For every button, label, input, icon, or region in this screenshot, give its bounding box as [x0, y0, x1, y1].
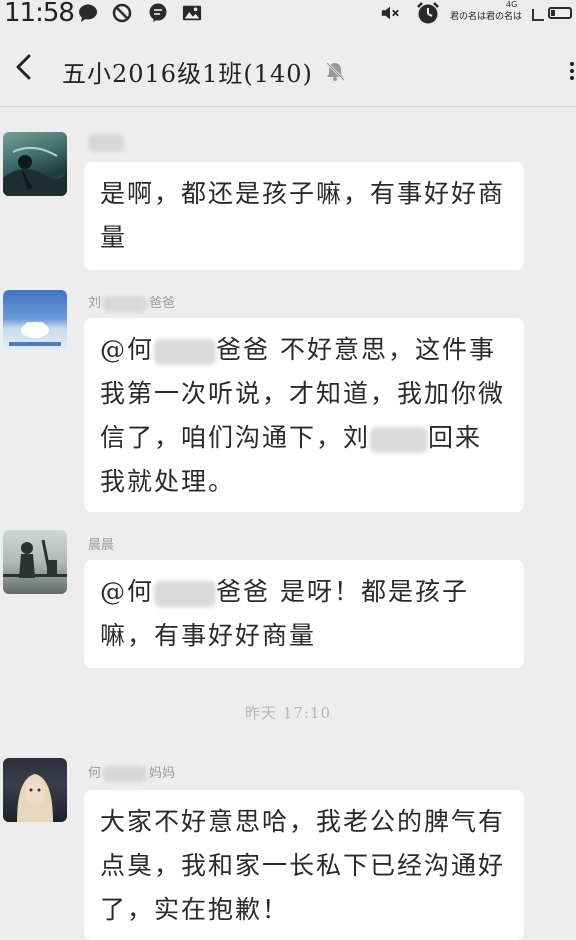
message-icon [79, 4, 97, 22]
chat-header: 五小2016级1班(140) [0, 30, 576, 107]
signal-icon [532, 9, 544, 21]
message-text: @何 爸爸 不好意思，这件事我第一次听说，才知道，我加你微信了，咱们沟通下，刘 回来… [100, 335, 506, 496]
avatar[interactable] [3, 290, 67, 354]
sender-name: 刘爸爸 [88, 295, 176, 312]
chat-title: 五小2016级1班(140) [62, 60, 313, 88]
message-text: @何 爸爸 是呀！都是孩子嘛，有事好好商量 [100, 577, 469, 650]
avatar[interactable] [3, 132, 67, 196]
message-bubble[interactable]: 大家不好意思哈，我老公的脾气有点臭，我和家一长私下已经沟通好了，实在抱歉！ [84, 790, 524, 940]
message-4: 何妈妈 大家不好意思哈，我老公的脾气有点臭，我和家一长私下已经沟通好了，实在抱歉… [0, 756, 576, 940]
carrier-name: 君の名は君の名は [450, 12, 523, 22]
mute-icon [326, 62, 345, 81]
sender-name: 何妈妈 [88, 765, 176, 782]
avatar-image-icon [3, 539, 67, 578]
message-bubble[interactable]: 是啊，都还是孩子嘛，有事好好商量 [84, 162, 524, 270]
mute-icon [381, 6, 399, 20]
message-3: 晨晨 @何 爸爸 是呀！都是孩子嘛，有事好好商量 [0, 528, 576, 678]
avatar-image-icon [17, 774, 53, 822]
message-1: 是啊，都还是孩子嘛，有事好好商量 [0, 120, 576, 280]
avatar-image-icon [9, 322, 61, 346]
message-bubble[interactable]: @何 爸爸 不好意思，这件事我第一次听说，才知道，我加你微信了，咱们沟通下，刘 回来… [84, 318, 524, 512]
image-icon [182, 5, 202, 21]
status-bar: 11:58 4G 君の名は君の名は [0, 0, 576, 28]
back-icon[interactable] [10, 52, 38, 82]
message-2: 刘爸爸 @何 爸爸 不好意思，这件事我第一次听说，才知道，我加你微信了，咱们沟通下… [0, 282, 576, 522]
more-icon[interactable] [568, 60, 576, 80]
message-text: 大家不好意思哈，我老公的脾气有点臭，我和家一长私下已经沟通好了，实在抱歉！ [100, 807, 506, 924]
status-time: 11:58 [4, 0, 75, 28]
message-text: 是啊，都还是孩子嘛，有事好好商量 [100, 179, 506, 252]
sender-name: 晨晨 [88, 538, 115, 553]
alarm-icon [417, 2, 439, 24]
block-icon [112, 3, 132, 23]
chat-icon [149, 3, 167, 22]
battery-icon [548, 7, 572, 19]
sender-name [88, 134, 124, 152]
timestamp: 昨天 17:10 [245, 704, 331, 722]
avatar-image-icon [3, 146, 67, 196]
network-type: 4G [506, 0, 518, 9]
message-bubble[interactable]: @何 爸爸 是呀！都是孩子嘛，有事好好商量 [84, 560, 524, 668]
avatar[interactable] [3, 530, 67, 594]
avatar[interactable] [3, 758, 67, 822]
